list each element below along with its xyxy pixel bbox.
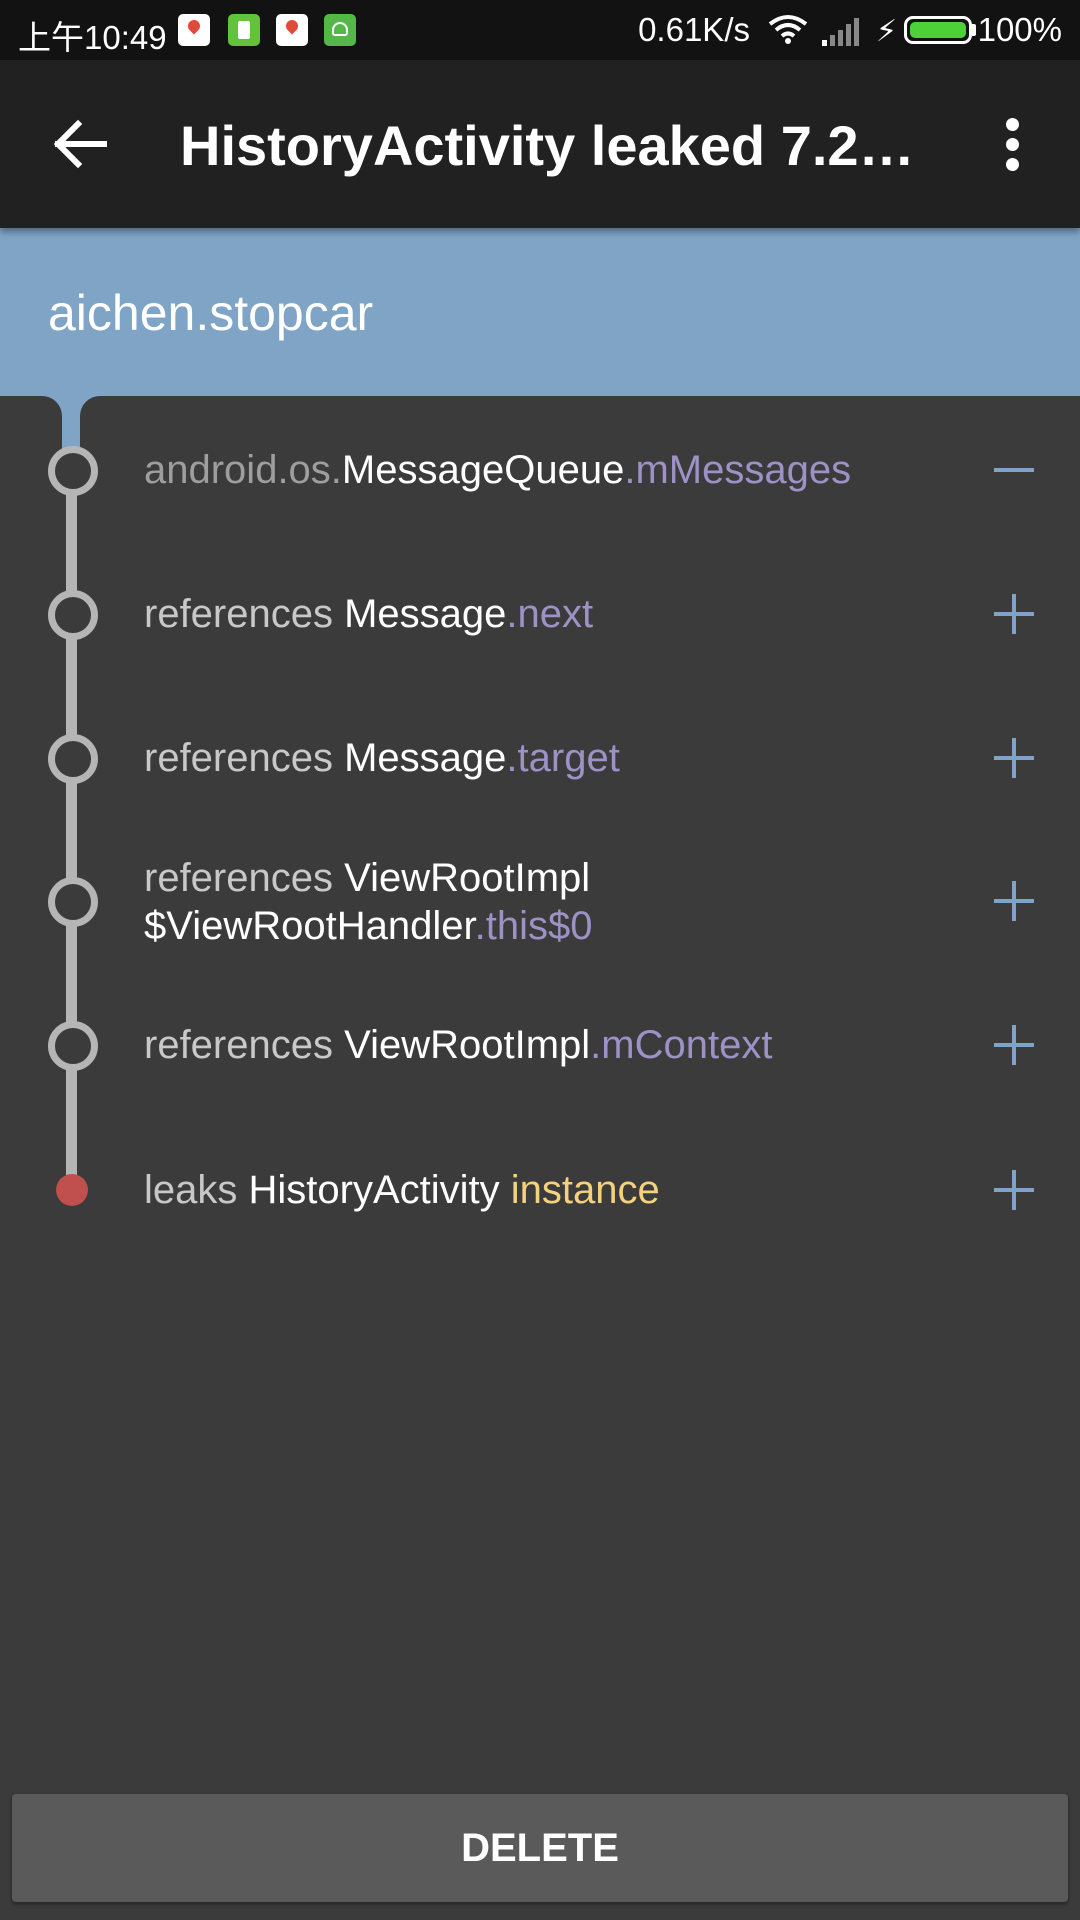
trace-class: ViewRootImpl (344, 1023, 591, 1067)
map-pin-icon (178, 14, 210, 46)
trace-row[interactable]: references ViewRootImpl.mContext (144, 1021, 944, 1069)
trace-field: next (517, 592, 594, 636)
trace-prefix: references (144, 1023, 345, 1067)
battery-percent: 100% (977, 11, 1062, 48)
leak-node (56, 1174, 88, 1206)
arrow-left-icon[interactable] (44, 112, 124, 176)
trace-node (48, 446, 98, 496)
trace-separator (500, 1168, 511, 1212)
trace-separator: . (474, 904, 486, 948)
timeline-line (66, 466, 77, 1190)
net-speed: 0.61K/s (638, 11, 750, 48)
trace-field: this$0 (485, 904, 593, 948)
trace-class: ViewRootImpl (344, 856, 591, 900)
header-connector-curve (80, 396, 120, 436)
trace-class: Message (344, 736, 507, 780)
trace-separator: . (506, 736, 518, 780)
trace-prefix: references (144, 856, 345, 900)
trace-row[interactable]: references Message.next (144, 590, 944, 638)
trace-separator: . (624, 448, 636, 492)
expand-icon[interactable] (994, 594, 1034, 634)
trace-class-continued: $ViewRootHandler (144, 904, 475, 948)
charging-bolt-icon: ⚡ (876, 15, 898, 48)
status-bar: 上午10:49 0.61K/s ⚡ 100% (0, 0, 1080, 60)
android-icon (324, 14, 356, 46)
trace-field: target (517, 736, 620, 780)
trace-row[interactable]: leaks HistoryActivity instance (144, 1166, 944, 1214)
wifi-icon (768, 14, 808, 52)
header-connector-curve (0, 396, 62, 436)
trace-field: mContext (601, 1023, 773, 1067)
trace-field: instance (510, 1168, 660, 1212)
app-bar: HistoryActivity leaked 7.2… (0, 60, 1080, 228)
trace-node (48, 1021, 98, 1071)
trace-prefix: references (144, 592, 345, 636)
collapse-icon[interactable] (994, 450, 1034, 490)
screen: 上午10:49 0.61K/s ⚡ 100% HistoryActivity l… (0, 0, 1080, 1920)
trace-row[interactable]: references ViewRootImpl $ViewRootHandler.… (144, 854, 944, 950)
trace-separator: . (506, 592, 518, 636)
trace-class: Message (344, 592, 507, 636)
trace-class: HistoryActivity (248, 1168, 500, 1212)
delete-button[interactable]: DELETE (12, 1794, 1068, 1902)
battery-icon (904, 16, 972, 44)
battery-tip (972, 24, 976, 36)
page-title: HistoryActivity leaked 7.2… (180, 114, 915, 177)
trace-field: mMessages (635, 448, 852, 492)
trace-class: MessageQueue (341, 448, 625, 492)
trace-node (48, 590, 98, 640)
trace-node (48, 734, 98, 784)
expand-icon[interactable] (994, 1025, 1034, 1065)
package-name: aichen.stopcar (48, 285, 374, 341)
trace-node (48, 877, 98, 927)
trace-separator: . (590, 1023, 602, 1067)
trace-prefix: android.os. (144, 448, 342, 492)
status-time: 上午10:49 (18, 19, 167, 56)
trace-row[interactable]: references Message.target (144, 734, 944, 782)
trace-prefix: leaks (144, 1168, 249, 1212)
expand-icon[interactable] (994, 1170, 1034, 1210)
more-vert-icon[interactable] (990, 112, 1038, 176)
map-pin-icon (276, 14, 308, 46)
expand-icon[interactable] (994, 738, 1034, 778)
trace-row[interactable]: android.os.MessageQueue.mMessages (144, 446, 944, 494)
signal-icon (822, 16, 862, 54)
trace-prefix: references (144, 736, 345, 780)
battery-app-icon (228, 14, 260, 46)
expand-icon[interactable] (994, 881, 1034, 921)
package-header: aichen.stopcar (0, 228, 1080, 396)
